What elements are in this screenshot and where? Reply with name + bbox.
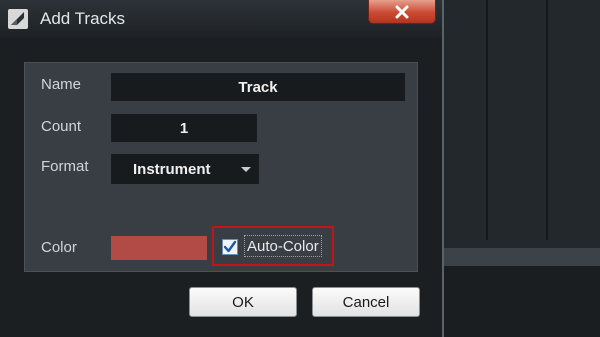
cancel-button[interactable]: Cancel — [312, 287, 420, 317]
studio-logo-icon — [8, 9, 28, 29]
format-dropdown[interactable]: Instrument — [111, 154, 259, 184]
dialog-title: Add Tracks — [40, 9, 126, 28]
add-tracks-dialog: Add Tracks Name Track Count 1 Format Ins… — [0, 0, 444, 337]
ok-button[interactable]: OK — [189, 287, 297, 317]
chevron-down-icon — [241, 167, 251, 172]
timeline-band — [440, 248, 600, 266]
auto-color-label[interactable]: Auto-Color — [244, 235, 322, 257]
name-field[interactable]: Track — [111, 73, 405, 101]
close-x-icon — [395, 5, 409, 18]
dialog-titlebar: Add Tracks — [0, 0, 442, 38]
checkmark-icon — [223, 240, 237, 253]
color-label: Color — [41, 239, 77, 256]
count-label: Count — [41, 118, 82, 135]
track-divider — [486, 0, 488, 240]
lower-track-area — [440, 266, 600, 337]
track-divider — [546, 0, 548, 240]
name-label: Name — [41, 76, 82, 93]
color-swatch[interactable] — [111, 236, 207, 260]
auto-color-highlight: Auto-Color — [212, 226, 334, 266]
format-label: Format — [41, 158, 89, 175]
close-button[interactable] — [368, 0, 436, 24]
count-field[interactable]: 1 — [111, 114, 257, 142]
format-value: Instrument — [133, 161, 211, 178]
auto-color-checkbox[interactable] — [222, 239, 238, 255]
